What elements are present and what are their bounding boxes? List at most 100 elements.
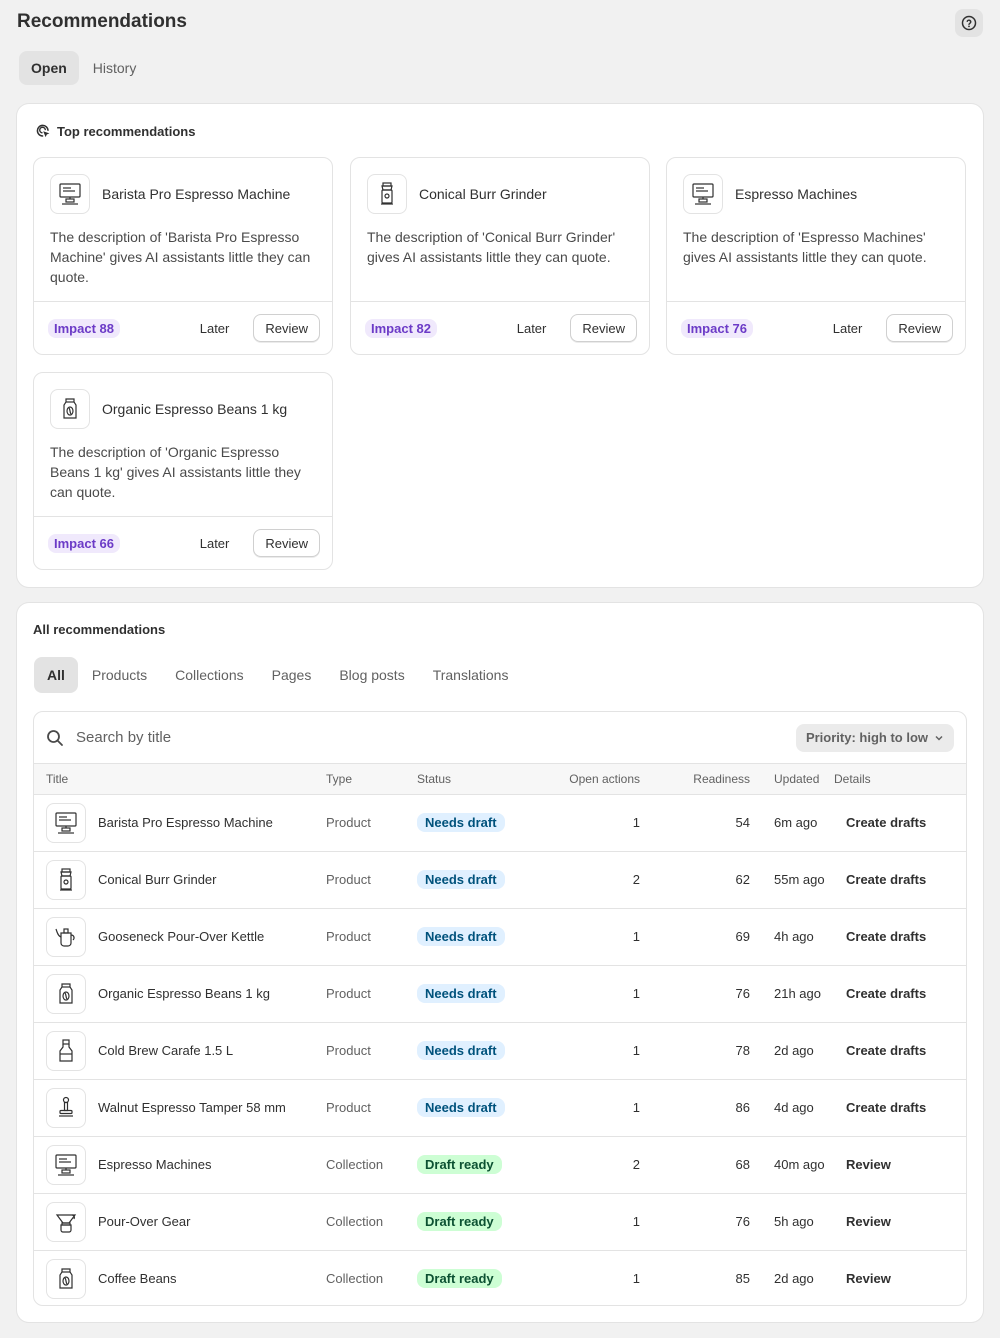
table-row[interactable]: Espresso Machines Collection Draft ready…: [34, 1136, 966, 1193]
filter-tab-blog-posts[interactable]: Blog posts: [325, 657, 418, 693]
create-drafts-link[interactable]: Create drafts: [846, 1043, 926, 1058]
pour-over-icon: [55, 1213, 77, 1233]
row-updated: 2d ago: [774, 1271, 814, 1286]
create-drafts-link[interactable]: Create drafts: [846, 815, 926, 830]
product-thumbnail: [683, 174, 723, 214]
filter-tab-pages[interactable]: Pages: [258, 657, 326, 693]
row-updated: 2d ago: [774, 1043, 814, 1058]
coffee-bag-icon: [59, 982, 73, 1004]
row-title[interactable]: Cold Brew Carafe 1.5 L: [98, 1043, 233, 1058]
row-open-actions: 1: [632, 929, 640, 944]
grinder-icon: [381, 182, 393, 205]
all-recommendations-card: All recommendations All Products Collect…: [17, 603, 983, 1322]
espresso-machine-icon: [55, 811, 77, 834]
status-badge: Needs draft: [417, 1041, 505, 1060]
recommendation-card: Espresso Machines The description of 'Es…: [666, 157, 966, 355]
row-title[interactable]: Espresso Machines: [98, 1157, 211, 1172]
row-title[interactable]: Organic Espresso Beans 1 kg: [98, 986, 270, 1001]
filter-tab-collections[interactable]: Collections: [161, 657, 257, 693]
review-button[interactable]: Review: [253, 529, 320, 557]
coffee-bag-icon: [63, 398, 77, 419]
page-header: Recommendations: [17, 9, 983, 37]
recommendation-title: Espresso Machines: [735, 186, 858, 202]
row-updated: 40m ago: [774, 1157, 825, 1172]
table-row[interactable]: Gooseneck Pour-Over Kettle Product Needs…: [34, 908, 966, 965]
table-row[interactable]: Pour-Over Gear Collection Draft ready 1 …: [34, 1193, 966, 1250]
later-button[interactable]: Later: [200, 536, 230, 551]
table-row[interactable]: Walnut Espresso Tamper 58 mm Product Nee…: [34, 1079, 966, 1136]
sparkle-cursor-icon: [36, 124, 50, 138]
row-title[interactable]: Coffee Beans: [98, 1271, 177, 1286]
row-open-actions: 1: [632, 986, 640, 1001]
sort-dropdown[interactable]: Priority: high to low: [795, 723, 954, 752]
create-drafts-link[interactable]: Create drafts: [846, 929, 926, 944]
row-title[interactable]: Conical Burr Grinder: [98, 872, 217, 887]
table-row[interactable]: Organic Espresso Beans 1 kg Product Need…: [34, 965, 966, 1022]
row-thumbnail: [46, 973, 86, 1014]
row-updated: 55m ago: [774, 872, 825, 887]
create-drafts-link[interactable]: Create drafts: [846, 1100, 926, 1115]
row-title[interactable]: Pour-Over Gear: [98, 1214, 190, 1229]
filter-tab-translations[interactable]: Translations: [419, 657, 523, 693]
recommendation-title: Organic Espresso Beans 1 kg: [102, 401, 288, 417]
row-open-actions: 1: [632, 1214, 640, 1229]
column-header-open-actions[interactable]: Open actions: [533, 764, 640, 795]
review-button[interactable]: Review: [253, 314, 320, 342]
row-readiness: 69: [735, 929, 750, 944]
create-drafts-link[interactable]: Create drafts: [846, 986, 926, 1001]
row-updated: 4h ago: [774, 929, 814, 944]
table-row[interactable]: Cold Brew Carafe 1.5 L Product Needs dra…: [34, 1022, 966, 1079]
kettle-icon: [55, 927, 75, 947]
search-input[interactable]: [76, 729, 796, 746]
all-recommendations-title: All recommendations: [33, 622, 166, 637]
impact-badge: Impact 82: [365, 318, 437, 338]
review-button[interactable]: Review: [570, 314, 637, 342]
row-thumbnail: [46, 1030, 86, 1071]
column-header-updated[interactable]: Updated: [750, 764, 834, 795]
tamper-icon: [59, 1096, 73, 1117]
row-updated: 21h ago: [774, 986, 821, 1001]
status-badge: Draft ready: [417, 1269, 502, 1288]
row-title[interactable]: Barista Pro Espresso Machine: [98, 815, 273, 830]
review-link[interactable]: Review: [846, 1214, 891, 1229]
row-open-actions: 2: [632, 1157, 640, 1172]
row-type: Product: [326, 929, 371, 944]
tab-open[interactable]: Open: [19, 51, 79, 85]
column-header-type[interactable]: Type: [326, 764, 417, 795]
later-button[interactable]: Later: [833, 321, 863, 336]
help-button[interactable]: [955, 9, 983, 37]
row-thumbnail: [46, 1258, 86, 1299]
coffee-bag-icon: [59, 1267, 73, 1289]
column-header-readiness[interactable]: Readiness: [654, 764, 750, 795]
row-type: Collection: [326, 1214, 384, 1229]
filter-tab-products[interactable]: Products: [78, 657, 161, 693]
row-thumbnail: [46, 916, 86, 957]
row-open-actions: 1: [632, 1100, 640, 1115]
row-title[interactable]: Gooseneck Pour-Over Kettle: [98, 929, 264, 944]
filter-tab-all[interactable]: All: [34, 657, 78, 693]
chevron-down-icon: [935, 735, 943, 741]
table-row[interactable]: Coffee Beans Collection Draft ready 1 85…: [34, 1250, 966, 1305]
row-type: Product: [326, 815, 371, 830]
later-button[interactable]: Later: [200, 321, 230, 336]
recommendation-title: Conical Burr Grinder: [419, 186, 547, 202]
recommendation-card: Barista Pro Espresso Machine The descrip…: [33, 157, 333, 355]
carafe-icon: [59, 1038, 73, 1062]
row-thumbnail: [46, 859, 86, 900]
column-header-status[interactable]: Status: [417, 764, 533, 795]
create-drafts-link[interactable]: Create drafts: [846, 872, 926, 887]
row-type: Collection: [326, 1157, 384, 1172]
row-thumbnail: [46, 802, 86, 843]
tab-history[interactable]: History: [81, 51, 149, 85]
later-button[interactable]: Later: [517, 321, 547, 336]
table-row[interactable]: Conical Burr Grinder Product Needs draft…: [34, 851, 966, 908]
review-link[interactable]: Review: [846, 1157, 891, 1172]
row-title[interactable]: Walnut Espresso Tamper 58 mm: [98, 1100, 286, 1115]
column-header-title[interactable]: Title: [34, 764, 326, 795]
review-link[interactable]: Review: [846, 1271, 891, 1286]
table-row[interactable]: Barista Pro Espresso Machine Product Nee…: [34, 794, 966, 851]
row-readiness: 76: [735, 1214, 750, 1229]
review-button[interactable]: Review: [886, 314, 953, 342]
search-bar: Priority: high to low: [34, 712, 966, 764]
impact-badge: Impact 66: [48, 533, 120, 553]
